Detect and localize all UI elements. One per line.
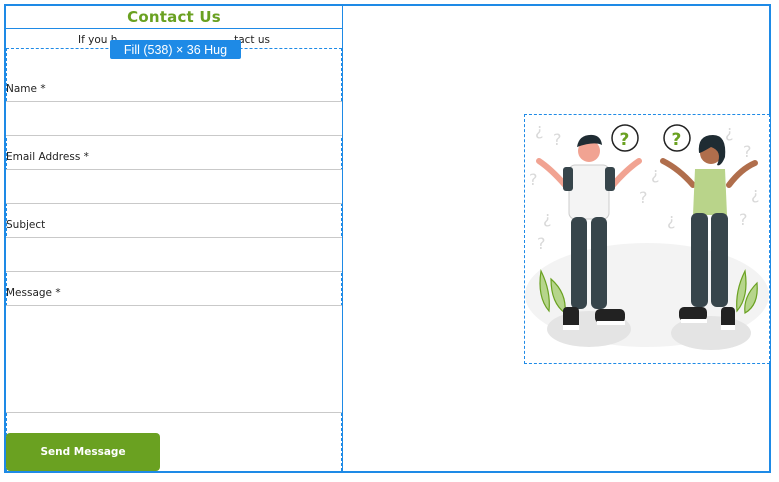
svg-text:?: ? xyxy=(620,130,630,150)
illustration-frame: ¿? ? ¿ ? ¿ ? ¿ ? ¿ ? ¿ ? ? xyxy=(524,114,770,364)
subject-label: Subject xyxy=(6,219,46,231)
email-label: Email Address * xyxy=(6,151,89,163)
svg-text:?: ? xyxy=(537,234,546,253)
svg-text:¿: ¿ xyxy=(751,184,760,203)
name-label: Name * xyxy=(6,83,46,95)
svg-text:?: ? xyxy=(529,170,538,189)
name-field[interactable] xyxy=(6,101,342,136)
title-container: Contact Us xyxy=(6,6,342,29)
svg-text:¿: ¿ xyxy=(667,210,676,229)
svg-text:?: ? xyxy=(739,210,748,229)
subject-field[interactable] xyxy=(6,237,342,272)
svg-text:¿: ¿ xyxy=(651,164,660,183)
message-field[interactable] xyxy=(6,305,342,413)
svg-text:¿: ¿ xyxy=(543,208,552,227)
svg-text:¿: ¿ xyxy=(725,122,734,141)
svg-text:?: ? xyxy=(639,188,648,207)
svg-text:?: ? xyxy=(743,142,752,161)
page-title: Contact Us xyxy=(127,8,221,26)
svg-text:¿: ¿ xyxy=(535,120,544,139)
fill-size-badge: Fill (538) × 36 Hug xyxy=(110,40,241,59)
svg-text:?: ? xyxy=(672,130,682,150)
two-people-confused-illustration: ¿? ?¿ ?¿ ?¿ ?¿ ?¿ ? ? xyxy=(525,120,769,350)
page-frame: Contact Us If you h tact us Fill (538) ×… xyxy=(4,4,771,473)
svg-text:?: ? xyxy=(553,130,562,149)
message-label: Message * xyxy=(6,287,61,299)
email-field[interactable] xyxy=(6,169,342,204)
send-message-button[interactable]: Send Message xyxy=(6,433,160,471)
contact-column: Contact Us If you h tact us Fill (538) ×… xyxy=(6,6,343,471)
